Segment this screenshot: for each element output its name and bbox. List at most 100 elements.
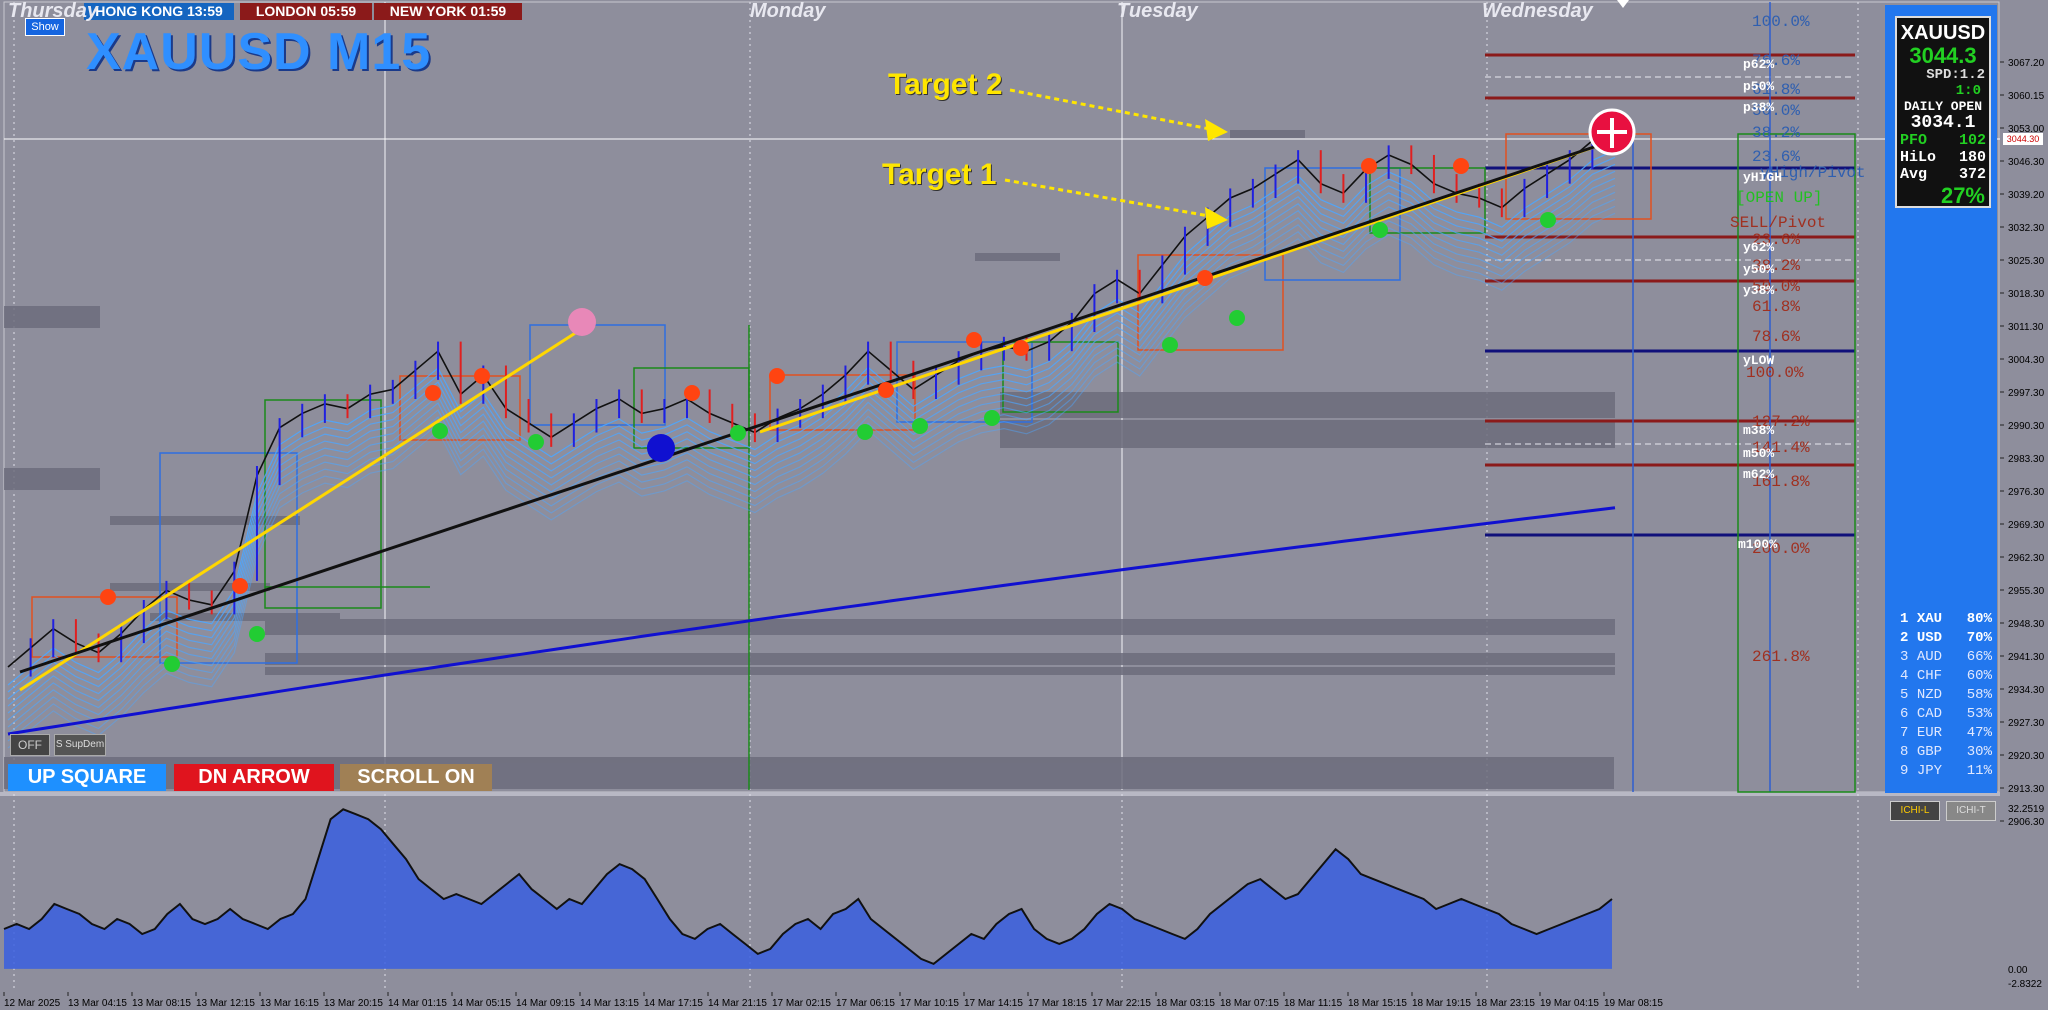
x-tick-label: 13 Mar 08:15	[132, 998, 191, 1009]
info-daily-open-label: DAILY OPEN	[1903, 99, 1982, 114]
info-avg-label: Avg	[1900, 166, 1928, 183]
currency-name: CAD	[1916, 706, 1951, 722]
session-hong-kong-label: HONG KONG 13:59	[95, 3, 223, 19]
main-chart[interactable]: 32.25190.00-2.8322 3067.203060.153053.00…	[0, 0, 2048, 1010]
osc-y-tick-label: -2.8322	[2008, 979, 2042, 990]
info-hilo-row: HiLo 180	[1897, 149, 1989, 166]
trough-marker-dot	[647, 434, 675, 462]
currency-strength-list: 1 XAU 80% 2 USD 70% 3 AUD 66% 4 CHF 60% 5 NZ…	[1900, 610, 1992, 781]
x-tick-label: 18 Mar 07:15	[1220, 998, 1279, 1009]
y-tick-label: 2941.30	[2008, 652, 2045, 663]
ichi-l-button[interactable]: ICHI-L	[1890, 801, 1940, 821]
day-label-monday: Monday	[750, 0, 826, 22]
buy-fractal-dot	[912, 418, 928, 434]
fib-label: 38.2%	[1752, 124, 1801, 142]
day-label-wednesday: Wednesday	[1482, 0, 1593, 22]
level-m62: m62%	[1743, 467, 1775, 482]
info-percent: 27%	[1940, 183, 1985, 208]
buy-fractal-dot	[164, 656, 180, 672]
fib-label: 261.8%	[1752, 648, 1810, 666]
level-y38: y38%	[1743, 283, 1775, 298]
level-y62: y62%	[1743, 240, 1775, 255]
show-button[interactable]: Show	[25, 18, 65, 36]
info-hilo: 180	[1958, 149, 1986, 166]
fib-label: 78.6%	[1752, 328, 1801, 346]
currency-strength-row: 4 CHF 60%	[1900, 667, 1992, 686]
currency-strength-value: 11%	[1966, 763, 1992, 779]
y-tick-label: 3018.30	[2008, 289, 2045, 300]
sell-fractal-dot	[425, 385, 441, 401]
x-tick-label: 14 Mar 17:15	[644, 998, 703, 1009]
osc-y-tick-label: 0.00	[2008, 965, 2028, 976]
y-tick-label: 2906.30	[2008, 817, 2045, 828]
scroll-on-button[interactable]: SCROLL ON	[340, 764, 492, 791]
currency-rank: 8	[1900, 744, 1917, 760]
currency-strength-value: 58%	[1966, 687, 1992, 703]
currency-name: EUR	[1916, 725, 1951, 741]
info-pfo-label: PFO	[1900, 132, 1928, 149]
buy-fractal-dot	[1162, 337, 1178, 353]
currency-strength-row: 7 EUR 47%	[1900, 724, 1992, 743]
y-tick-label: 2948.30	[2008, 619, 2045, 630]
currency-rank: 5	[1900, 687, 1917, 703]
currency-strength-value: 70%	[1966, 630, 1992, 646]
up-square-button[interactable]: UP SQUARE	[8, 764, 166, 791]
info-ratio: 1:0	[1955, 83, 1981, 99]
session-london: LONDON 05:59	[240, 3, 372, 20]
currency-rank: 3	[1900, 649, 1917, 665]
currency-strength-row: 8 GBP 30%	[1900, 743, 1992, 762]
currency-name: CHF	[1916, 668, 1951, 684]
currency-rank: 6	[1900, 706, 1917, 722]
y-tick-label: 2913.30	[2008, 784, 2045, 795]
symbol-title: XAUUSD M15	[86, 23, 432, 81]
sell-fractal-dot	[232, 578, 248, 594]
level-p62: p62%	[1743, 57, 1775, 72]
trading-chart-window: 32.2519 0.00 -2.8322 3067.20 3060.15 3053.00…	[0, 0, 2048, 1010]
info-avg: 372	[1958, 166, 1986, 183]
info-pfo-row: PFO 102	[1897, 132, 1989, 149]
session-new-york: NEW YORK 01:59	[374, 3, 522, 20]
info-avg-row: Avg 372	[1897, 166, 1989, 183]
x-tick-label: 12 Mar 2025	[4, 998, 61, 1009]
currency-strength-value: 30%	[1966, 744, 1992, 760]
dn-arrow-button[interactable]: DN ARROW	[174, 764, 334, 791]
sell-pivot-label: SELL/Pivot	[1730, 214, 1827, 232]
day-label-tuesday: Tuesday	[1117, 0, 1198, 22]
peak-marker-dot	[568, 308, 596, 336]
currency-strength-row: 5 NZD 58%	[1900, 686, 1992, 705]
y-tick-label: 3039.20	[2008, 190, 2045, 201]
x-tick-label: 18 Mar 19:15	[1412, 998, 1471, 1009]
x-tick-label: 17 Mar 22:15	[1092, 998, 1151, 1009]
ichi-t-button[interactable]: ICHI-T	[1946, 801, 1996, 821]
x-tick-label: 14 Mar 05:15	[452, 998, 511, 1009]
y-tick-label: 2920.30	[2008, 751, 2045, 762]
currency-strength-value: 53%	[1966, 706, 1992, 722]
y-tick-label: 3004.30	[2008, 355, 2045, 366]
currency-strength-row: 2 USD 70%	[1900, 629, 1992, 648]
x-tick-label: 17 Mar 06:15	[836, 998, 895, 1009]
x-tick-label: 14 Mar 01:15	[388, 998, 447, 1009]
level-p50: p50%	[1743, 79, 1775, 94]
y-tick-label: 3025.30	[2008, 256, 2045, 267]
current-price-tag: 3044.30	[2003, 133, 2043, 145]
info-panel: XAUUSD 3044.3 SPD:1.2 1:0 DAILY OPEN 303…	[1895, 16, 1991, 208]
level-m50: m50%	[1743, 446, 1775, 461]
supdem-button[interactable]: S SupDem	[54, 734, 106, 756]
sell-fractal-dot	[878, 382, 894, 398]
y-tick-label: 2934.30	[2008, 685, 2045, 696]
x-tick-label: 18 Mar 23:15	[1476, 998, 1535, 1009]
currency-strength-value: 66%	[1966, 649, 1992, 665]
y-tick-label: 3032.30	[2008, 223, 2045, 234]
session-hong-kong: HONG KONG 13:59	[84, 3, 234, 20]
oscillator-area	[4, 809, 1612, 969]
fib-label: 100.0%	[1752, 13, 1810, 31]
off-button[interactable]: OFF	[10, 734, 50, 756]
currency-rank: 7	[1900, 725, 1917, 741]
y-tick-label: 3011.30	[2008, 322, 2044, 333]
sell-signal-icon	[1588, 108, 1636, 156]
open-up-label: [OPEN UP]	[1736, 189, 1823, 207]
buy-fractal-dot	[249, 626, 265, 642]
currency-strength-value: 80%	[1966, 611, 1992, 627]
y-tick-label: 2927.30	[2008, 718, 2045, 729]
y-tick-label: 3046.30	[2008, 157, 2045, 168]
